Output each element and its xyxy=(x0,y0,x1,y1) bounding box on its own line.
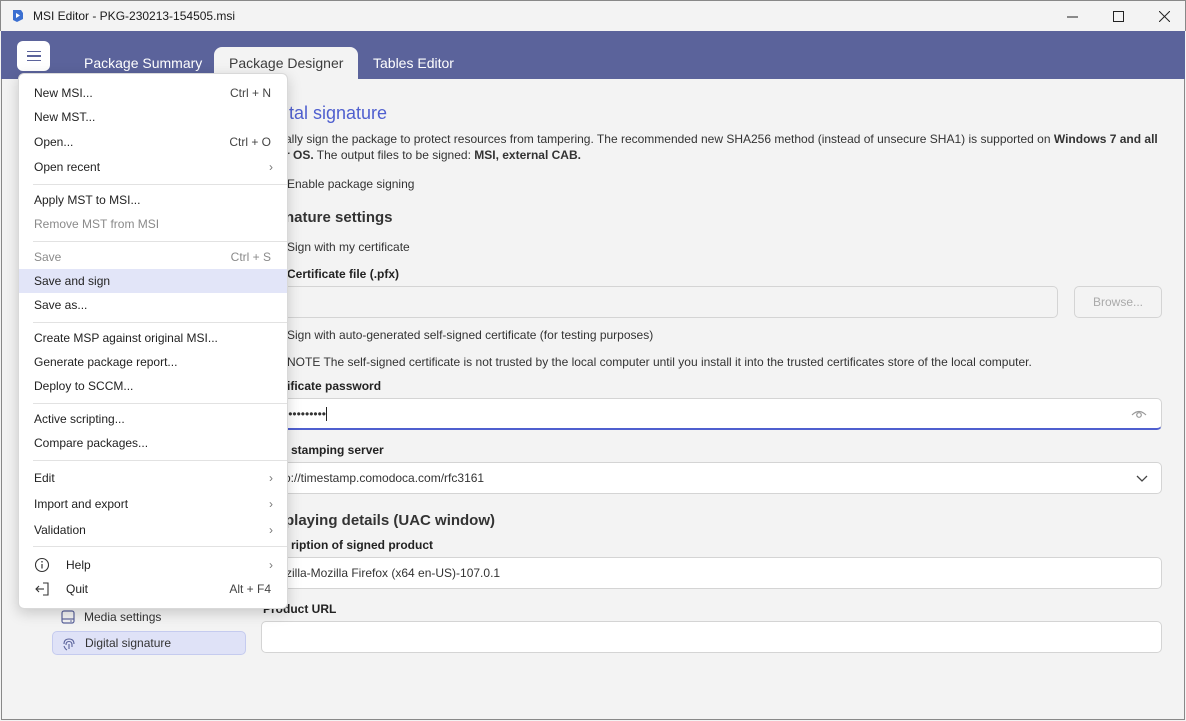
certificate-password-input[interactable]: •••••••••• xyxy=(261,398,1162,430)
minimize-button[interactable] xyxy=(1049,1,1095,31)
menu-item-open-recent[interactable]: Open recent › xyxy=(19,155,287,179)
maximize-icon xyxy=(1112,10,1124,22)
product-description-label: ription of signed product xyxy=(291,538,433,552)
chevron-right-icon: › xyxy=(269,558,273,572)
menu-item-edit[interactable]: Edit › xyxy=(19,466,287,490)
chevron-right-icon: › xyxy=(269,523,273,537)
main-menu-dropdown: New MSI... Ctrl + N New MST... Open... Ctr… xyxy=(18,73,288,609)
menu-item-apply-mst[interactable]: Apply MST to MSI... xyxy=(19,188,287,212)
displaying-details-heading: playing details (UAC window) xyxy=(285,512,496,529)
sign-with-certificate-radio-label[interactable]: Sign with my certificate xyxy=(287,240,410,254)
tab-tables-editor[interactable]: Tables Editor xyxy=(358,47,469,79)
certificate-file-input[interactable] xyxy=(261,286,1058,318)
menu-item-new-msi[interactable]: New MSI... Ctrl + N xyxy=(19,81,287,105)
menu-separator xyxy=(33,546,287,547)
sidebar-item-digital-signature[interactable]: Digital signature xyxy=(52,631,246,655)
chevron-right-icon: › xyxy=(269,497,273,511)
menu-item-compare-packages[interactable]: Compare packages... xyxy=(19,431,287,455)
menu-item-help[interactable]: Help › xyxy=(19,553,287,577)
menu-item-open[interactable]: Open... Ctrl + O xyxy=(19,130,287,154)
timestamp-server-label: stamping server xyxy=(291,443,384,457)
close-button[interactable] xyxy=(1141,1,1186,31)
enable-signing-checkbox-label[interactable]: Enable package signing xyxy=(287,177,414,191)
media-icon xyxy=(61,610,75,624)
minimize-icon xyxy=(1066,16,1078,17)
info-icon xyxy=(34,557,50,573)
menu-item-save-and-sign[interactable]: Save and sign xyxy=(19,269,287,293)
chevron-right-icon: › xyxy=(269,471,273,485)
menu-item-new-mst[interactable]: New MST... xyxy=(19,105,287,129)
menu-item-deploy-sccm[interactable]: Deploy to SCCM... xyxy=(19,374,287,398)
menu-item-generate-report[interactable]: Generate package report... xyxy=(19,350,287,374)
title-bar: MSI Editor - PKG-230213-154505.msi xyxy=(0,0,1186,31)
app-header: Package Summary Package Designer Tables … xyxy=(1,31,1185,79)
menu-separator xyxy=(33,322,287,323)
hamburger-icon xyxy=(26,50,41,53)
chevron-right-icon: › xyxy=(269,160,273,174)
eye-icon[interactable] xyxy=(1131,408,1147,420)
menu-item-quit[interactable]: Quit Alt + F4 xyxy=(19,577,287,601)
timestamp-server-select[interactable]: o://timestamp.comodoca.com/rfc3161 xyxy=(261,462,1162,494)
window-title: MSI Editor - PKG-230213-154505.msi xyxy=(33,9,236,23)
menu-separator xyxy=(33,460,287,461)
menu-item-remove-mst[interactable]: Remove MST from MSI xyxy=(19,212,287,236)
close-icon xyxy=(1158,10,1170,22)
browse-button[interactable]: Browse... xyxy=(1074,286,1162,318)
chevron-down-icon xyxy=(1136,475,1148,482)
app-logo-icon xyxy=(13,10,23,22)
menu-item-validation[interactable]: Validation › xyxy=(19,518,287,542)
fingerprint-icon xyxy=(63,638,75,651)
product-url-input[interactable] xyxy=(261,621,1162,653)
page-description: ally sign the package to protect resourc… xyxy=(285,132,1158,162)
menu-item-active-scripting[interactable]: Active scripting... xyxy=(19,407,287,431)
main-menu-button[interactable] xyxy=(17,41,50,71)
menu-item-save[interactable]: Save Ctrl + S xyxy=(19,245,287,269)
certificate-password-label: ificate password xyxy=(287,379,382,393)
menu-item-import-export[interactable]: Import and export › xyxy=(19,492,287,516)
menu-separator xyxy=(33,241,287,242)
page-title: ital signature xyxy=(285,103,388,123)
text-cursor xyxy=(326,406,328,421)
certificate-file-label: Certificate file (.pfx) xyxy=(287,267,400,281)
menu-item-create-msp[interactable]: Create MSP against original MSI... xyxy=(19,326,287,350)
menu-item-save-as[interactable]: Save as... xyxy=(19,293,287,317)
exit-icon xyxy=(35,582,49,596)
signature-settings-heading: nature settings xyxy=(285,209,393,226)
self-signed-note: NOTE The self-signed certificate is not … xyxy=(287,355,1032,369)
menu-separator xyxy=(33,184,287,185)
maximize-button[interactable] xyxy=(1095,1,1141,31)
product-description-input[interactable]: zilla-Mozilla Firefox (x64 en-US)-107.0.… xyxy=(261,557,1162,589)
sign-self-signed-radio-label[interactable]: Sign with auto-generated self-signed cer… xyxy=(287,328,653,342)
menu-separator xyxy=(33,403,287,404)
timestamp-server-value: o://timestamp.comodoca.com/rfc3161 xyxy=(284,471,485,485)
